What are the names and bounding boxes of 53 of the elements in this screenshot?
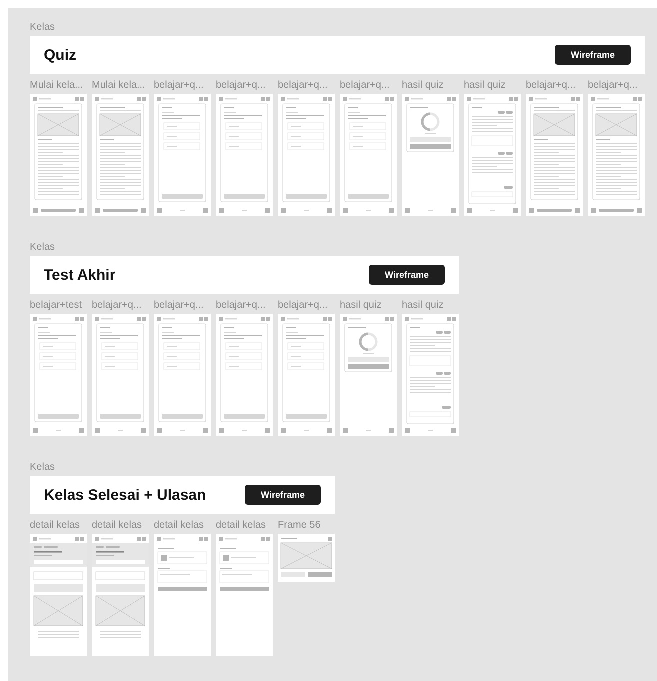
- wireframe-drawing[interactable]: [464, 94, 521, 216]
- frame-name[interactable]: hasil quiz: [464, 80, 521, 92]
- wireframe-drawing[interactable]: [216, 314, 273, 436]
- section-label: Kelas: [30, 242, 56, 254]
- frame-name[interactable]: hasil quiz: [402, 80, 459, 92]
- frame-name[interactable]: belajar+test: [30, 300, 87, 312]
- wireframe-drawing[interactable]: [92, 534, 149, 656]
- wireframe-drawing[interactable]: [402, 94, 459, 216]
- frame-name[interactable]: Frame 56: [278, 520, 335, 532]
- wireframe-drawing[interactable]: [278, 314, 335, 436]
- wireframe-drawing[interactable]: [92, 94, 149, 216]
- wireframe-drawing[interactable]: [216, 534, 273, 656]
- wireframe-drawing[interactable]: [216, 94, 273, 216]
- wireframe-drawing[interactable]: [402, 314, 459, 436]
- section-label: Kelas: [30, 22, 56, 34]
- wireframe-drawing[interactable]: [92, 314, 149, 436]
- wireframe-drawing[interactable]: [526, 94, 583, 216]
- wireframe-drawing[interactable]: [278, 534, 335, 582]
- section-label: Kelas: [30, 462, 56, 474]
- wireframe-drawing[interactable]: [154, 94, 211, 216]
- section-title: Test Akhir: [44, 266, 116, 284]
- wireframe-drawing[interactable]: [340, 314, 397, 436]
- frame-name[interactable]: hasil quiz: [340, 300, 397, 312]
- wireframe-drawing[interactable]: [340, 94, 397, 216]
- frame-name[interactable]: belajar+q...: [588, 80, 645, 92]
- frame-name[interactable]: belajar+q...: [340, 80, 397, 92]
- wireframe-drawing[interactable]: [30, 534, 87, 656]
- frame-name[interactable]: belajar+q...: [216, 80, 273, 92]
- frame-name[interactable]: belajar+q...: [278, 80, 335, 92]
- frame-name[interactable]: detail kelas: [154, 520, 211, 532]
- section-title: Quiz: [44, 46, 76, 64]
- frame-name[interactable]: hasil quiz: [402, 300, 459, 312]
- frame-name[interactable]: belajar+q...: [216, 300, 273, 312]
- frame-name[interactable]: belajar+q...: [154, 300, 211, 312]
- section-title: Kelas Selesai + Ulasan: [44, 486, 206, 504]
- wireframe-drawing[interactable]: [278, 94, 335, 216]
- frame-name[interactable]: belajar+q...: [154, 80, 211, 92]
- frame-name[interactable]: detail kelas: [92, 520, 149, 532]
- frame-name[interactable]: detail kelas: [216, 520, 273, 532]
- frame-name[interactable]: belajar+q...: [526, 80, 583, 92]
- wireframe-drawing[interactable]: [154, 314, 211, 436]
- wireframe-drawing[interactable]: [30, 94, 87, 216]
- frame-name[interactable]: belajar+q...: [92, 300, 149, 312]
- frame-name[interactable]: detail kelas: [30, 520, 87, 532]
- frame-name[interactable]: belajar+q...: [278, 300, 335, 312]
- wireframe-button[interactable]: Wireframe: [245, 485, 321, 505]
- frame-name[interactable]: Mulai kela...: [92, 80, 149, 92]
- wireframe-button[interactable]: Wireframe: [369, 265, 445, 285]
- frame-name[interactable]: Mulai kela...: [30, 80, 87, 92]
- wireframe-drawing[interactable]: [30, 314, 87, 436]
- wireframe-drawing[interactable]: [154, 534, 211, 656]
- wireframe-button[interactable]: Wireframe: [555, 45, 631, 65]
- wireframe-drawing[interactable]: [588, 94, 645, 216]
